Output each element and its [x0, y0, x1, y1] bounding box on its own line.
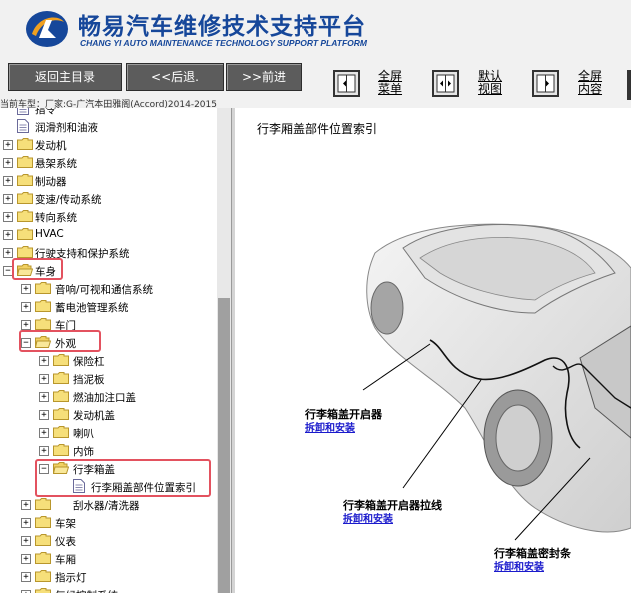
expand-icon[interactable]: +: [21, 536, 31, 546]
expand-icon[interactable]: +: [39, 356, 49, 366]
default-view-link[interactable]: 默认 视图: [478, 70, 502, 96]
tree-item-label: 润滑剂和油液: [35, 122, 98, 134]
tree-item-label: 指示灯: [55, 572, 87, 584]
expand-icon[interactable]: +: [39, 392, 49, 402]
trunk-opener-link[interactable]: 拆卸和安装: [305, 419, 355, 434]
app-subtitle: CHANG YI AUTO MAINTENANCE TECHNOLOGY SUP…: [80, 38, 367, 48]
expand-icon[interactable]: +: [3, 176, 13, 186]
expand-icon[interactable]: +: [21, 320, 31, 330]
fullscreen-content-icon[interactable]: [532, 70, 559, 97]
scrollbar-thumb[interactable]: [218, 298, 230, 593]
expand-icon[interactable]: +: [3, 158, 13, 168]
back-button[interactable]: <<后退.: [126, 63, 224, 91]
back-to-main-button[interactable]: 返回主目录: [8, 63, 122, 91]
toolbar-edge: [627, 70, 631, 100]
tree-item-label: 喇叭: [73, 428, 94, 440]
nav-tree: 指令 润滑剂和油液 + 发动机 + 悬架系统 + 制动器 + 变速/传动系统 + 转向系统 + HVAC +…: [0, 108, 217, 593]
expand-icon[interactable]: +: [3, 140, 13, 150]
expand-icon[interactable]: +: [39, 410, 49, 420]
tree-item-label: HVAC: [35, 228, 64, 240]
tree-item-label: 变速/传动系统: [35, 194, 102, 206]
tree-item-label: 车厢: [55, 554, 76, 566]
expand-icon[interactable]: +: [3, 194, 13, 204]
trunk-opener-cable-link[interactable]: 拆卸和安装: [343, 510, 393, 525]
content-pane: 行李厢盖部件位置索引 行李箱盖开启器 拆卸和安装 行李箱盖开启器拉线 拆卸和安装…: [235, 108, 631, 593]
expand-icon[interactable]: +: [3, 212, 13, 222]
tree-item-label: 车架: [55, 518, 76, 530]
expand-icon[interactable]: +: [21, 572, 31, 582]
expand-icon[interactable]: +: [3, 248, 13, 258]
tree-scrollbar[interactable]: [217, 108, 231, 593]
tree-item-label: 发动机: [35, 140, 67, 152]
highlight-box: [35, 459, 211, 497]
fullscreen-content-link[interactable]: 全屏 内容: [578, 70, 602, 96]
expand-icon[interactable]: +: [3, 230, 13, 240]
expand-icon[interactable]: +: [21, 284, 31, 294]
tree-item-label: 保险杠: [73, 356, 105, 368]
tree-item-label: 燃油加注口盖: [73, 392, 136, 404]
fullscreen-menu-link[interactable]: 全屏 菜单: [378, 70, 402, 96]
expand-icon[interactable]: +: [21, 518, 31, 528]
trunk-seal-link[interactable]: 拆卸和安装: [494, 558, 544, 573]
expand-icon[interactable]: +: [21, 554, 31, 564]
tree-item-label: 音响/可视和通信系统: [55, 284, 154, 296]
tree-item-label: 制动器: [35, 176, 67, 188]
trunk-diagram-image: [362, 223, 631, 541]
tree-item-label: 悬架系统: [35, 158, 77, 170]
expand-icon[interactable]: +: [39, 446, 49, 456]
tree-item-label: 刮水器/清洗器: [73, 500, 140, 512]
tree-item-label: 气候控制系统: [55, 588, 118, 593]
tree-item-label: 内饰: [73, 446, 94, 458]
expand-icon[interactable]: +: [39, 428, 49, 438]
highlight-box: [19, 330, 101, 352]
breadcrumb: 当前车型：厂家:G-广汽本田雅阁(Accord)2014-2015: [0, 100, 217, 110]
tree-item-label: 蓄电池管理系统: [55, 302, 129, 314]
highlight-box: [12, 258, 63, 280]
fullscreen-menu-icon[interactable]: [333, 70, 360, 97]
app-title: 畅易汽车维修技术支持平台: [78, 14, 366, 40]
logo-icon: [26, 11, 68, 47]
expand-icon[interactable]: +: [21, 302, 31, 312]
tree-item-label: 发动机盖: [73, 410, 115, 422]
default-view-icon[interactable]: [432, 70, 459, 97]
app-header: 畅易汽车维修技术支持平台 CHANG YI AUTO MAINTENANCE T…: [0, 0, 631, 60]
tree-item-label: 挡泥板: [73, 374, 105, 386]
forward-button[interactable]: >>前进: [226, 63, 302, 91]
expand-icon[interactable]: +: [21, 500, 31, 510]
expand-icon[interactable]: +: [39, 374, 49, 384]
tree-item-label: 转向系统: [35, 212, 77, 224]
tree-item-label: 仪表: [55, 536, 76, 548]
